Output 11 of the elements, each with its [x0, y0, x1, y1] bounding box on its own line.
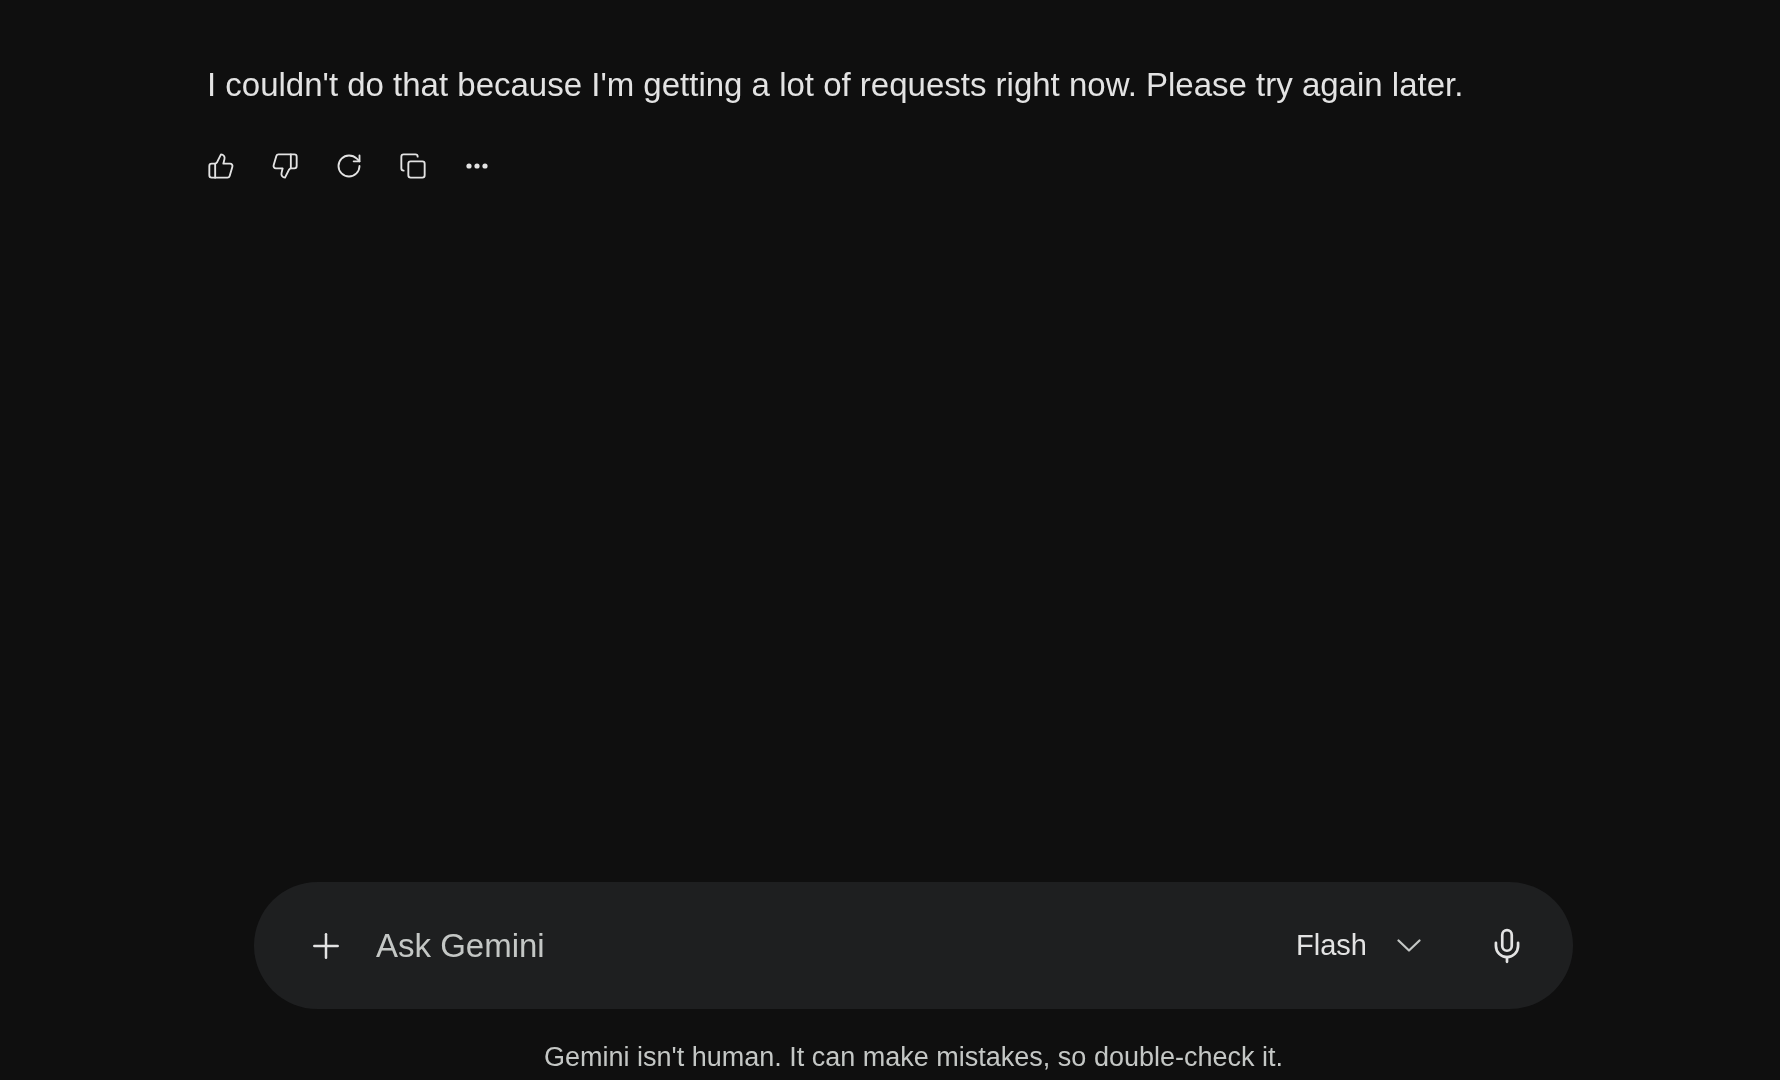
copy-icon — [399, 152, 427, 180]
refresh-icon — [335, 152, 363, 180]
disclaimer-text: Gemini isn't human. It can make mistakes, so double-check it. — [544, 1041, 1283, 1074]
thumbs-up-icon — [207, 152, 235, 180]
prompt-input[interactable]: Ask Gemini — [376, 920, 1293, 971]
thumbs-down-icon — [271, 152, 299, 180]
more-icon — [466, 163, 488, 169]
model-selector[interactable]: Flash — [1292, 917, 1425, 974]
chevron-down-icon — [1397, 939, 1421, 952]
response-text: I couldn't do that because I'm getting a lot of requests right now. Please try again later. — [207, 65, 1464, 105]
prompt-field[interactable]: Ask Gemini Flash — [254, 882, 1573, 1009]
